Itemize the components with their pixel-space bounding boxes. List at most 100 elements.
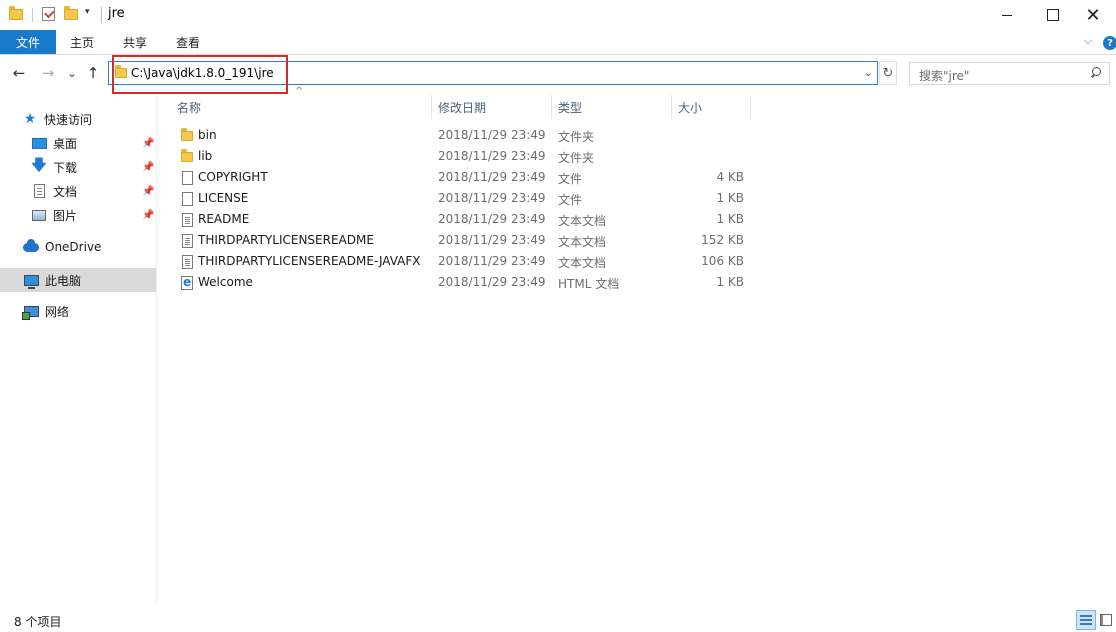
tab-share[interactable]: 共享 (123, 34, 147, 51)
details-view-button[interactable] (1076, 610, 1096, 630)
sidebar-item-downloads[interactable]: 🡇 下载 📌 (0, 156, 156, 178)
sidebar-item-label: 下载 (53, 160, 78, 175)
file-type: 文本文档 (558, 235, 607, 249)
minimize-button[interactable] (984, 0, 1030, 30)
file-type: 文件 (558, 172, 583, 186)
sidebar-item-label: 此电脑 (45, 273, 82, 288)
file-row-copyright[interactable]: COPYRIGHT 2018/11/29 23:49 文件 4 KB (174, 167, 750, 188)
file-type: 文件夹 (558, 130, 595, 144)
download-icon: 🡇 (31, 155, 47, 174)
file-row-bin[interactable]: bin 2018/11/29 23:49 文件夹 (174, 125, 750, 146)
file-date: 2018/11/29 23:49 (438, 254, 546, 268)
window-title: jre (108, 6, 125, 21)
recent-locations-button[interactable]: ⌄ (63, 63, 81, 83)
file-icon (180, 170, 194, 185)
sidebar-item-label: 网络 (45, 304, 70, 319)
file-type: 文本文档 (558, 214, 607, 228)
back-button[interactable]: ← (10, 63, 28, 83)
file-row-lib[interactable]: lib 2018/11/29 23:49 文件夹 (174, 146, 750, 167)
help-icon[interactable]: ? (1103, 36, 1116, 50)
sidebar-item-label: 桌面 (53, 136, 78, 151)
sidebar-item-quick-access[interactable]: ★ 快速访问 (0, 108, 156, 130)
close-button[interactable]: ✕ (1070, 0, 1116, 30)
refresh-button[interactable]: ↻ (879, 61, 897, 85)
divider (32, 8, 33, 22)
address-dropdown-icon[interactable]: ⌄ (864, 66, 873, 79)
file-name: lib (198, 149, 213, 163)
new-folder-icon[interactable] (63, 5, 79, 22)
file-name: THIRDPARTYLICENSEREADME-JAVAFX (198, 254, 421, 268)
file-row-thirdpartylicensereadme-javafx[interactable]: THIRDPARTYLICENSEREADME-JAVAFX 2018/11/2… (174, 251, 750, 272)
sidebar-item-label: OneDrive (45, 240, 102, 254)
annotation-highlight-box (112, 55, 288, 94)
sidebar-item-pictures[interactable]: 图片 📌 (0, 204, 156, 226)
column-header-date[interactable]: 修改日期 (432, 95, 552, 119)
folder-icon (8, 5, 24, 22)
sidebar-item-desktop[interactable]: 桌面 📌 (0, 132, 156, 154)
sidebar-item-onedrive[interactable]: OneDrive (0, 236, 156, 258)
file-size: 152 KB (701, 233, 744, 247)
navigation-pane: ★ 快速访问 桌面 📌 🡇 下载 📌 文档 📌 图片 📌 OneDrive 此电… (0, 95, 157, 605)
file-name: THIRDPARTYLICENSEREADME (198, 233, 374, 247)
properties-icon[interactable] (40, 6, 56, 22)
sidebar-item-label: 文档 (53, 184, 78, 199)
sidebar-item-documents[interactable]: 文档 📌 (0, 180, 156, 202)
file-date: 2018/11/29 23:49 (438, 275, 546, 289)
column-header-name[interactable]: 名称 (171, 95, 432, 119)
tab-home[interactable]: 主页 (70, 34, 94, 51)
file-size: 106 KB (701, 254, 744, 268)
file-date: 2018/11/29 23:49 (438, 233, 546, 247)
file-name: Welcome (198, 275, 253, 289)
large-icons-view-icon (1100, 614, 1112, 626)
cloud-icon (23, 238, 39, 255)
up-button[interactable]: ↑ (84, 63, 102, 83)
file-row-license[interactable]: LICENSE 2018/11/29 23:49 文件 1 KB (174, 188, 750, 209)
file-type: HTML 文档 (558, 277, 620, 291)
expand-ribbon-icon[interactable]: ⌵ (1084, 34, 1092, 48)
file-date: 2018/11/29 23:49 (438, 170, 546, 184)
file-date: 2018/11/29 23:49 (438, 212, 546, 226)
title-bar: ▾ jre ✕ (0, 0, 1116, 30)
file-date: 2018/11/29 23:49 (438, 191, 546, 205)
desktop-icon (31, 135, 47, 151)
search-input[interactable]: 搜索"jre" (909, 62, 1110, 85)
folder-icon (180, 148, 194, 164)
column-header-type[interactable]: 类型 (552, 95, 672, 119)
folder-icon (180, 127, 194, 143)
file-name: README (198, 212, 250, 226)
star-icon: ★ (23, 111, 37, 127)
file-date: 2018/11/29 23:49 (438, 128, 546, 142)
quick-access-dropdown-icon[interactable]: ▾ (85, 7, 90, 17)
tab-view[interactable]: 查看 (176, 34, 200, 51)
pin-icon[interactable]: 📌 (142, 138, 154, 149)
sidebar-item-label: 快速访问 (44, 112, 93, 127)
text-file-icon (180, 233, 194, 248)
file-icon (180, 191, 194, 206)
file-row-thirdpartylicensereadme[interactable]: THIRDPARTYLICENSEREADME 2018/11/29 23:49… (174, 230, 750, 251)
tab-file[interactable]: 文件 (0, 30, 56, 54)
file-type: 文件夹 (558, 151, 595, 165)
ribbon-tabs: 文件 主页 共享 查看 ⌵ ? (0, 30, 1116, 55)
pin-icon[interactable]: 📌 (142, 186, 154, 197)
text-file-icon (180, 212, 194, 227)
file-size: 4 KB (716, 170, 744, 184)
file-size: 1 KB (716, 275, 744, 289)
file-row-readme[interactable]: README 2018/11/29 23:49 文本文档 1 KB (174, 209, 750, 230)
sidebar-item-this-pc[interactable]: 此电脑 (0, 268, 156, 292)
file-name: bin (198, 128, 217, 142)
file-type: 文本文档 (558, 256, 607, 270)
file-name: LICENSE (198, 191, 249, 205)
file-size: 1 KB (716, 212, 744, 226)
search-icon[interactable] (1090, 67, 1101, 78)
sidebar-item-label: 图片 (53, 208, 78, 223)
pictures-icon (31, 207, 47, 223)
pin-icon[interactable]: 📌 (142, 210, 154, 221)
forward-button[interactable]: → (39, 63, 57, 83)
sidebar-item-network[interactable]: 网络 (0, 300, 156, 322)
file-size: 1 KB (716, 191, 744, 205)
column-header-size[interactable]: 大小 (672, 95, 751, 119)
file-row-welcome[interactable]: Welcome 2018/11/29 23:49 HTML 文档 1 KB (174, 272, 750, 293)
large-icons-view-button[interactable] (1096, 610, 1116, 630)
file-name: COPYRIGHT (198, 170, 268, 184)
pin-icon[interactable]: 📌 (142, 162, 154, 173)
